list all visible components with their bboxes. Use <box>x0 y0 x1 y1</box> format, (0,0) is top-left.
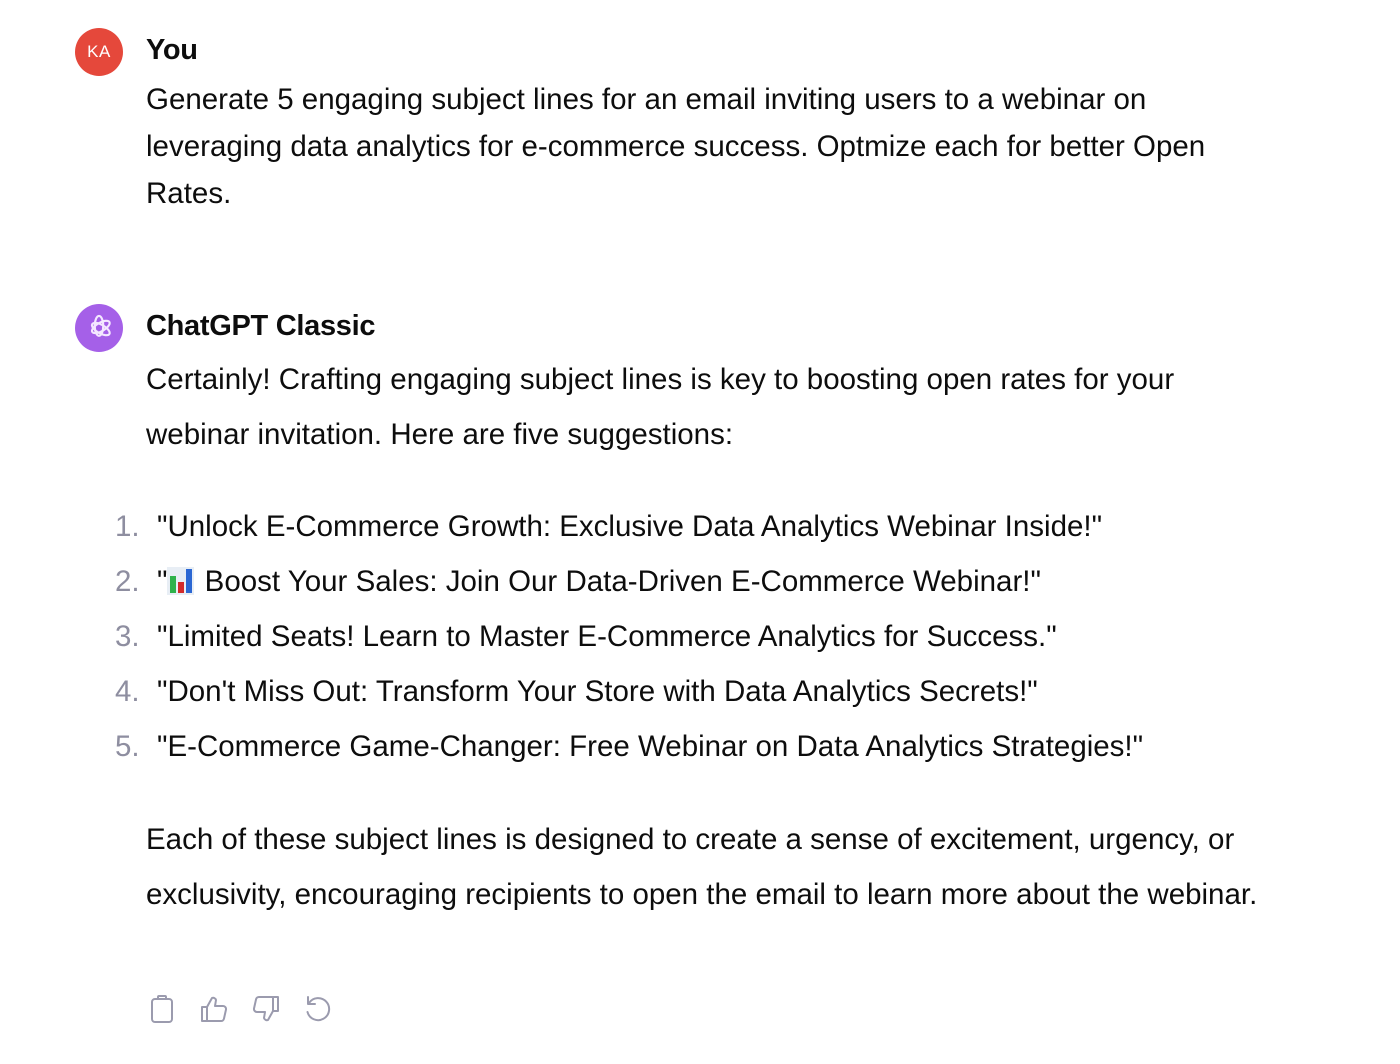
message-actions <box>146 992 333 1026</box>
user-avatar-initials: KA <box>87 42 111 61</box>
bar-chart-emoji-icon <box>167 567 195 595</box>
list-item: 1. "Unlock E-Commerce Growth: Exclusive D… <box>115 499 1143 554</box>
thumbs-down-button[interactable] <box>250 992 281 1026</box>
thumbs-up-icon <box>200 996 227 1022</box>
list-item: 3. "Limited Seats! Learn to Master E-Comm… <box>115 609 1143 664</box>
list-item-text: "Unlock E-Commerce Growth: Exclusive Dat… <box>157 510 1103 543</box>
assistant-author-name: ChatGPT Classic <box>146 310 376 342</box>
assistant-intro-text: Certainly! Crafting engaging subject lin… <box>146 363 1175 451</box>
list-item: 4. "Don't Miss Out: Transform Your Store … <box>115 664 1143 719</box>
subject-lines-list: 1. "Unlock E-Commerce Growth: Exclusive D… <box>115 499 1143 774</box>
list-item-text: "E-Commerce Game-Changer: Free Webinar o… <box>157 730 1144 763</box>
list-item-number: 5. <box>115 730 140 763</box>
clipboard-icon <box>150 995 173 1023</box>
user-author-name: You <box>146 34 198 66</box>
list-item: 5. "E-Commerce Game-Changer: Free Webinar… <box>115 719 1143 774</box>
copy-button[interactable] <box>146 992 177 1026</box>
thumbs-down-icon <box>252 996 279 1022</box>
user-message-text: Generate 5 engaging subject lines for an… <box>146 83 1206 210</box>
openai-logo-icon <box>90 314 111 337</box>
thumbs-up-button[interactable] <box>198 992 229 1026</box>
list-item-text: "Don't Miss Out: Transform Your Store wi… <box>157 675 1038 708</box>
list-item-quote: " <box>157 565 168 598</box>
assistant-avatar <box>75 304 123 352</box>
regenerate-button[interactable] <box>302 992 333 1026</box>
list-item-number: 4. <box>115 675 140 708</box>
user-avatar: KA <box>75 28 123 76</box>
list-item-number: 1. <box>115 510 140 543</box>
list-item-text: Boost Your Sales: Join Our Data-Driven E… <box>196 565 1041 598</box>
list-item-number: 3. <box>115 620 140 653</box>
list-item: 2. " Boost Your Sales: Join Our Data-Driv… <box>115 554 1143 609</box>
regenerate-icon <box>306 996 330 1022</box>
list-item-text: "Limited Seats! Learn to Master E-Commer… <box>157 620 1057 653</box>
assistant-outro-text: Each of these subject lines is designed … <box>146 823 1258 911</box>
list-item-number: 2. <box>115 565 140 598</box>
